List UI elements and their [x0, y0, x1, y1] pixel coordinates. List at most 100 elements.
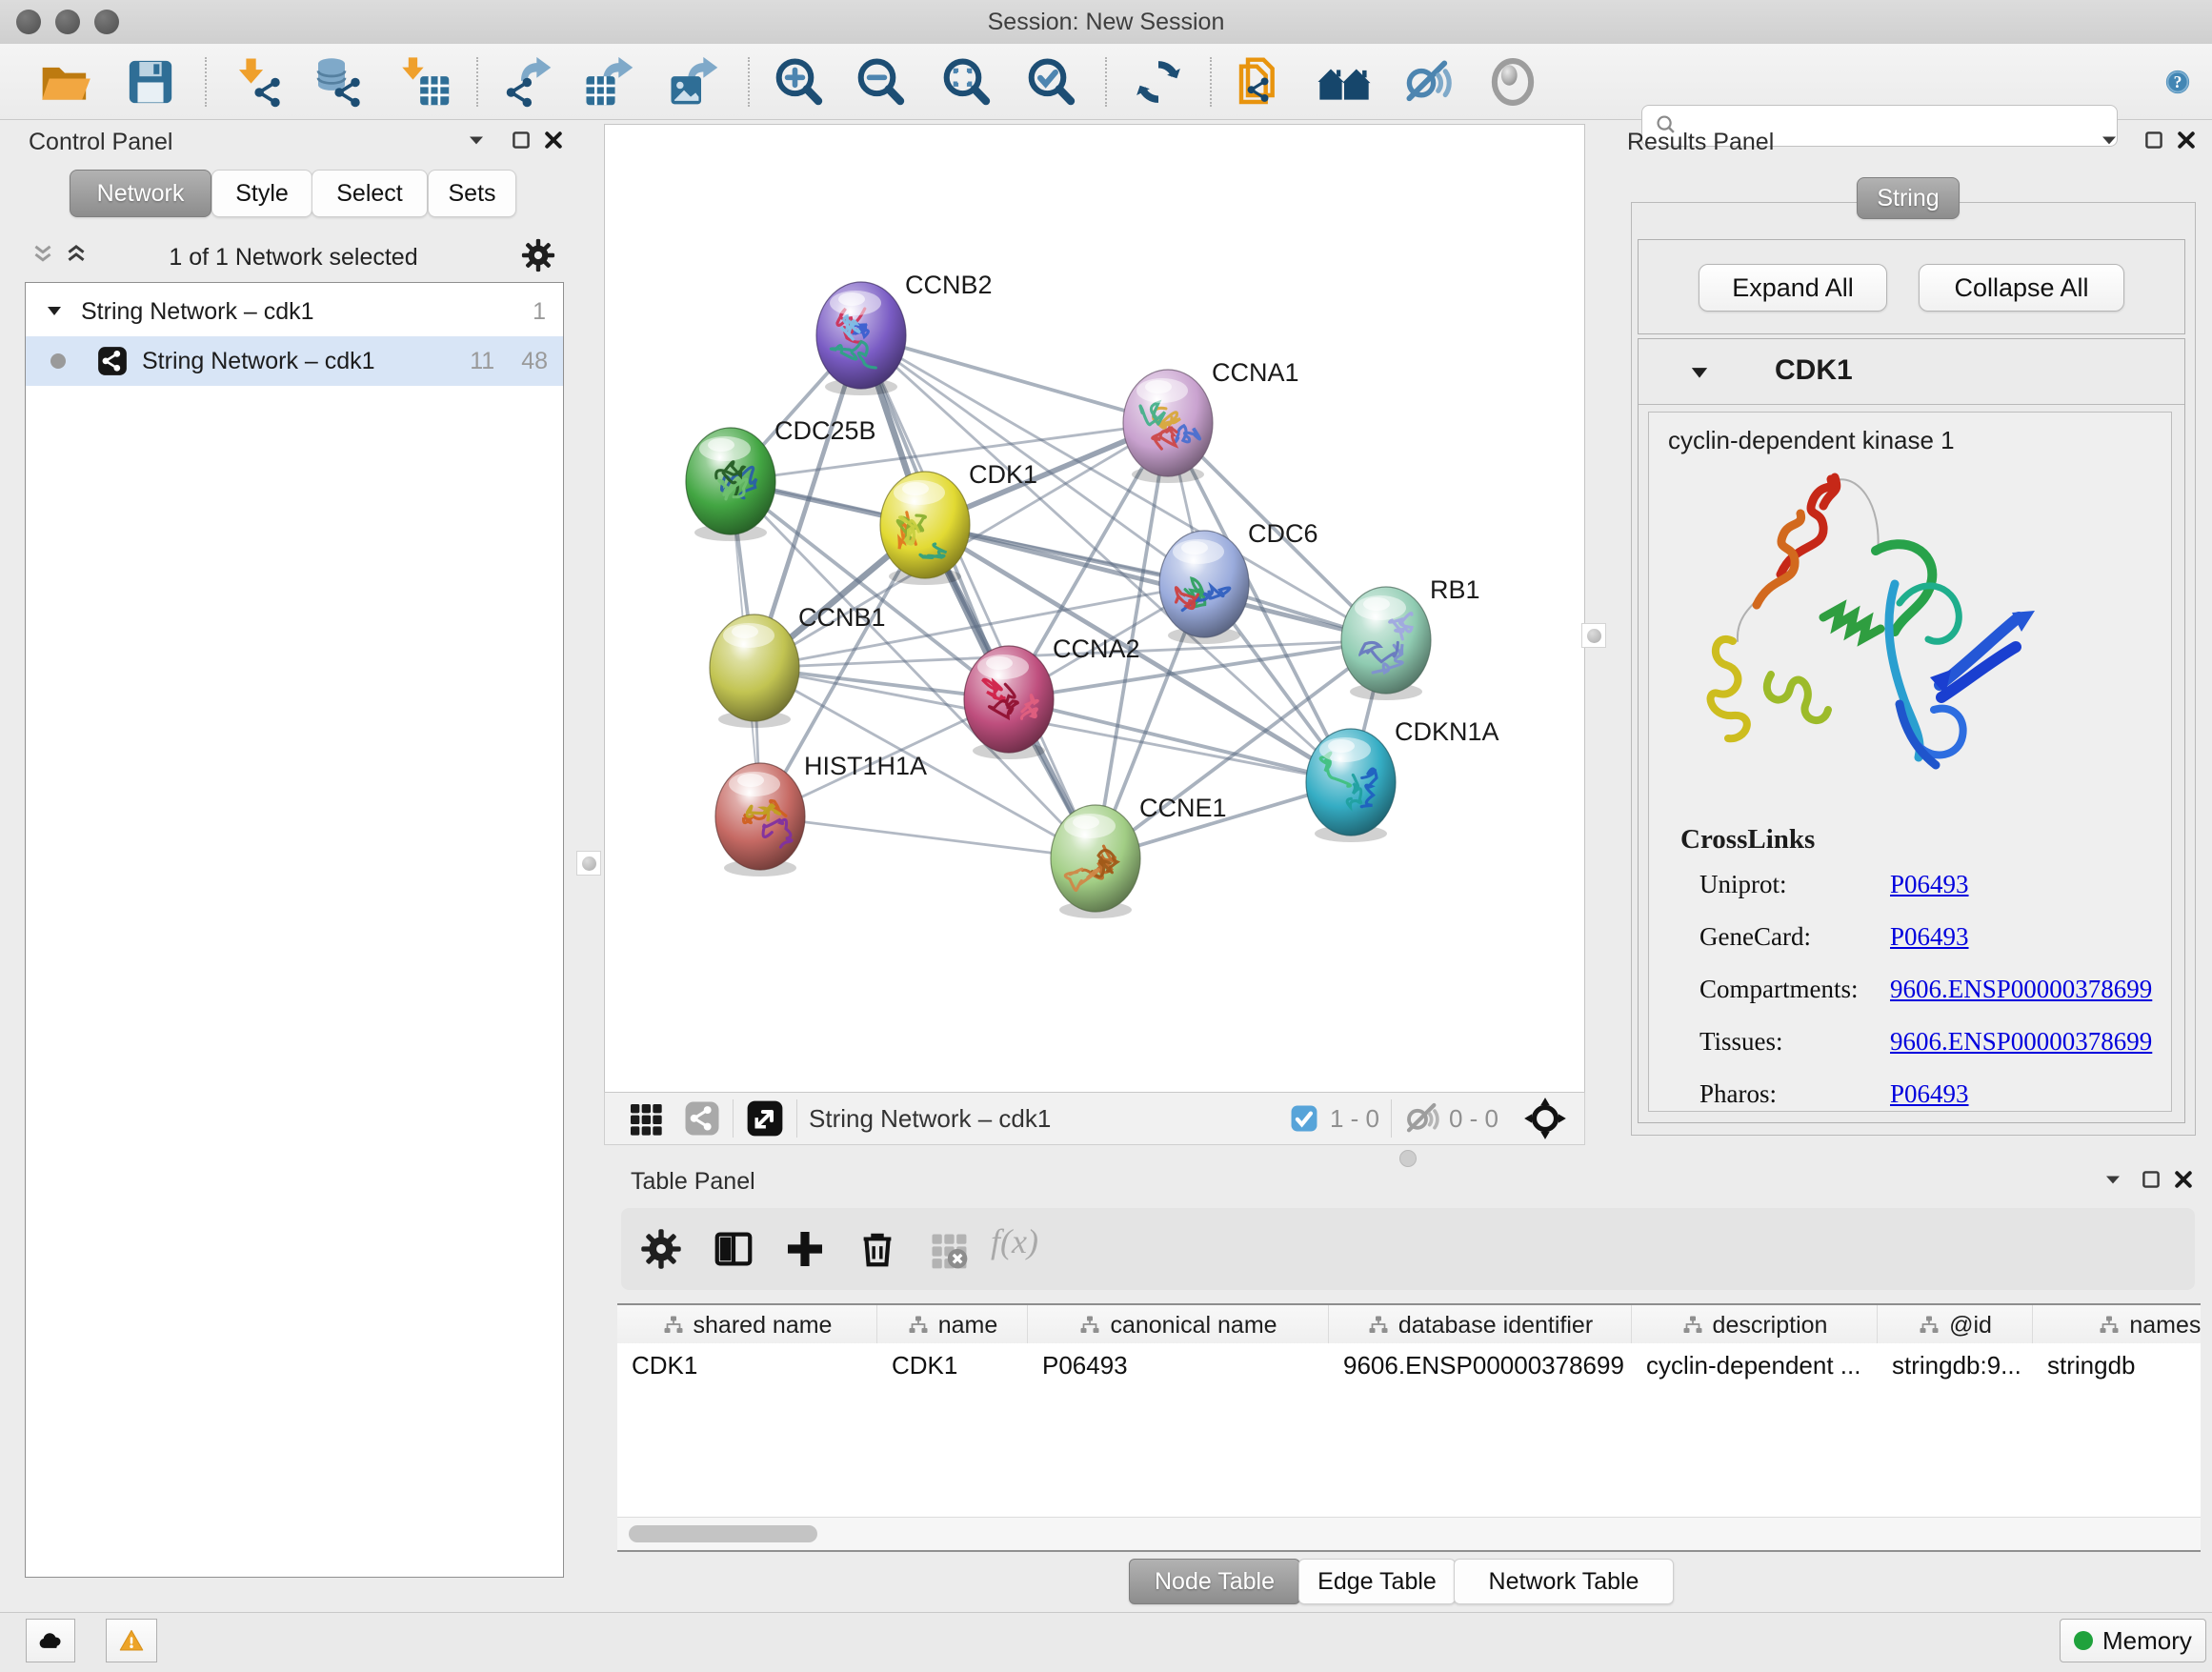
network-overview-grid-icon[interactable] — [626, 1099, 664, 1138]
save-session-button[interactable] — [122, 53, 179, 111]
panel-float-icon[interactable] — [508, 127, 534, 153]
column-header--id[interactable]: @id — [1878, 1305, 2033, 1345]
tab-style[interactable]: Style — [211, 170, 312, 217]
disclosure-triangle-icon[interactable] — [43, 300, 66, 323]
node-table-body[interactable]: CDK1CDK1P064939606.ENSP00000378699cyclin… — [617, 1343, 2201, 1517]
add-column-icon[interactable] — [783, 1227, 827, 1271]
network-options-gear-icon[interactable] — [520, 237, 556, 273]
left-splitter-handle[interactable] — [576, 851, 601, 876]
column-header-name[interactable]: name — [877, 1305, 1028, 1345]
fit-selected-crosshair-icon[interactable] — [1523, 1097, 1567, 1140]
table-horizontal-scrollbar[interactable] — [617, 1517, 2201, 1550]
warnings-button[interactable] — [106, 1619, 157, 1662]
import-table-button[interactable] — [397, 53, 454, 111]
table-row[interactable]: CDK1CDK1P064939606.ENSP00000378699cyclin… — [617, 1343, 2201, 1387]
control-panel-title: Control Panel — [29, 129, 172, 156]
edge-HIST1H1A-CCNE1[interactable] — [760, 816, 1096, 858]
hide-style-button[interactable] — [1399, 53, 1457, 111]
collapse-all-button[interactable]: Collapse All — [1919, 264, 2124, 312]
help-button[interactable]: ? — [2149, 53, 2206, 111]
tab-node-table[interactable]: Node Table — [1129, 1559, 1300, 1604]
zoom-selected-button[interactable] — [1022, 53, 1079, 111]
crosslink-label: Pharos: — [1649, 1079, 1890, 1109]
node-CDKN1A[interactable] — [1306, 729, 1396, 842]
table-cell[interactable]: stringdb — [2033, 1351, 2212, 1380]
function-builder-button[interactable]: f(x) — [991, 1221, 1038, 1261]
table-gear-icon[interactable] — [639, 1227, 683, 1271]
export-network-button[interactable] — [499, 53, 556, 111]
open-session-button[interactable] — [36, 53, 93, 111]
column-fork-icon — [907, 1314, 930, 1337]
eye-button[interactable] — [1484, 53, 1541, 111]
panel-menu-icon[interactable] — [2096, 127, 2122, 153]
panel-close-icon[interactable] — [2173, 127, 2200, 153]
node-CCNA2[interactable] — [964, 646, 1054, 759]
section-disclosure-icon[interactable] — [1686, 360, 1713, 387]
column-header-database-identifier[interactable]: database identifier — [1329, 1305, 1632, 1345]
node-CCNB1[interactable] — [710, 614, 799, 728]
tab-string[interactable]: String — [1857, 177, 1960, 219]
delete-table-icon[interactable] — [927, 1229, 969, 1271]
table-cell[interactable]: stringdb:9... — [1878, 1351, 2033, 1380]
status-bar: Memory — [0, 1612, 2212, 1672]
memory-status-dot — [2074, 1631, 2093, 1650]
node-CCNB2[interactable] — [816, 282, 906, 395]
detach-view-icon[interactable] — [745, 1098, 785, 1138]
table-cell[interactable]: cyclin-dependent ... — [1632, 1351, 1878, 1380]
memory-button[interactable]: Memory — [2060, 1619, 2206, 1662]
column-header-canonical-name[interactable]: canonical name — [1028, 1305, 1329, 1345]
share-network-icon[interactable] — [683, 1099, 721, 1138]
tab-sets[interactable]: Sets — [428, 170, 516, 217]
tab-select[interactable]: Select — [312, 170, 428, 217]
hidden-eye-icon[interactable] — [1403, 1099, 1441, 1138]
node-CCNA1[interactable] — [1123, 370, 1213, 483]
network-collection-row[interactable]: String Network – cdk1 1 — [26, 287, 563, 336]
export-table-button[interactable] — [581, 53, 638, 111]
toolbar-separator — [205, 57, 207, 107]
column-header-namespace[interactable]: namespace — [2033, 1305, 2201, 1345]
crosslink-link[interactable]: 9606.ENSP00000378699 — [1890, 975, 2152, 1004]
svg-text:?: ? — [2174, 72, 2182, 91]
network-row[interactable]: String Network – cdk1 11 48 — [26, 336, 563, 386]
node-CDC25B[interactable] — [686, 428, 775, 541]
column-header-shared-name[interactable]: shared name — [617, 1305, 877, 1345]
right-splitter-handle[interactable] — [1581, 623, 1606, 648]
tab-network[interactable]: Network — [70, 170, 211, 217]
zoom-in-button[interactable] — [770, 53, 827, 111]
cloud-button[interactable] — [26, 1619, 75, 1662]
node-RB1[interactable] — [1341, 587, 1431, 700]
import-network-button[interactable] — [230, 53, 287, 111]
tab-network-table[interactable]: Network Table — [1454, 1559, 1674, 1604]
home-button[interactable] — [1316, 53, 1373, 111]
zoom-out-button[interactable] — [852, 53, 909, 111]
delete-column-icon[interactable] — [855, 1227, 899, 1271]
table-cell[interactable]: P06493 — [1028, 1351, 1329, 1380]
panel-menu-icon[interactable] — [2100, 1166, 2126, 1193]
export-image-button[interactable] — [666, 53, 723, 111]
selected-checkbox-icon[interactable] — [1288, 1102, 1320, 1135]
expand-all-button[interactable]: Expand All — [1699, 264, 1887, 312]
crosslink-link[interactable]: 9606.ENSP00000378699 — [1890, 1027, 2152, 1057]
network-canvas[interactable]: CCNB2CCNA1CDC25BCDK1CDC6RB1CCNB1CCNA2CDK… — [604, 124, 1585, 1094]
panel-close-icon[interactable] — [2170, 1166, 2197, 1193]
panel-float-icon[interactable] — [2141, 127, 2167, 153]
tab-edge-table[interactable]: Edge Table — [1298, 1559, 1456, 1604]
string-document-button[interactable] — [1233, 53, 1290, 111]
scrollbar-thumb[interactable] — [629, 1525, 817, 1542]
import-database-button[interactable] — [310, 53, 367, 111]
refresh-button[interactable] — [1130, 53, 1187, 111]
split-column-icon[interactable] — [712, 1227, 755, 1271]
panel-close-icon[interactable] — [540, 127, 567, 153]
table-cell[interactable]: 9606.ENSP00000378699 — [1329, 1351, 1632, 1380]
column-header-description[interactable]: description — [1632, 1305, 1878, 1345]
table-cell[interactable]: CDK1 — [617, 1351, 877, 1380]
crosslink-link[interactable]: P06493 — [1890, 1079, 1969, 1109]
crosslink-link[interactable]: P06493 — [1890, 870, 1969, 899]
zoom-fit-button[interactable] — [937, 53, 995, 111]
node-CCNE1[interactable] — [1051, 805, 1140, 918]
table-cell[interactable]: CDK1 — [877, 1351, 1028, 1380]
crosslink-link[interactable]: P06493 — [1890, 922, 1969, 952]
node-HIST1H1A[interactable] — [715, 763, 805, 876]
panel-float-icon[interactable] — [2138, 1166, 2164, 1193]
panel-menu-icon[interactable] — [463, 127, 490, 153]
